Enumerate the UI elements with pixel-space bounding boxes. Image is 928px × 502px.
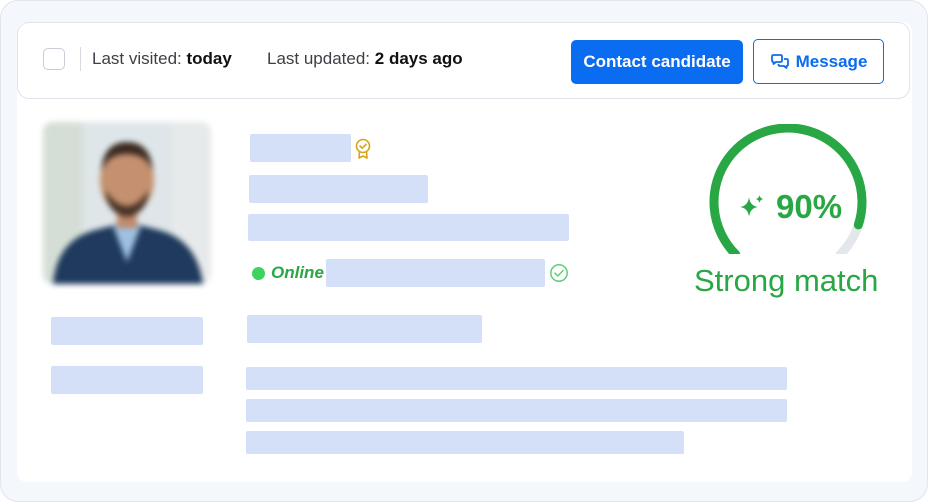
message-button[interactable]: Message (753, 39, 884, 84)
contact-candidate-label: Contact candidate (583, 52, 731, 71)
award-badge-icon (354, 138, 372, 165)
contact-candidate-button[interactable]: Contact candidate (571, 40, 743, 84)
avatar (43, 122, 211, 284)
section-heading-placeholder (247, 315, 482, 343)
chat-bubbles-icon (770, 53, 790, 71)
select-checkbox[interactable] (43, 48, 65, 70)
last-visited: Last visited: today (92, 49, 232, 69)
location-placeholder (326, 259, 545, 287)
header-divider (80, 47, 81, 71)
match-percent-value: 90% (776, 188, 843, 225)
left-info-placeholder-1 (51, 317, 203, 345)
summary-line-2 (246, 399, 787, 422)
online-dot (252, 266, 265, 280)
match-label: Strong match (694, 263, 879, 298)
summary-line-3 (246, 431, 684, 454)
summary-line-1 (246, 367, 787, 390)
last-updated-label: Last updated: (267, 49, 371, 68)
check-circle-icon (549, 263, 569, 288)
message-label: Message (795, 51, 868, 71)
name-placeholder (250, 134, 351, 162)
match-percent: 90% (738, 188, 842, 226)
online-status: Online (252, 263, 324, 283)
company-placeholder (248, 214, 569, 241)
last-visited-label: Last visited: (92, 49, 182, 68)
title-placeholder (249, 175, 428, 203)
last-updated: Last updated: 2 days ago (267, 49, 463, 69)
sparkle-icon (738, 193, 766, 221)
last-updated-value: 2 days ago (374, 49, 463, 68)
online-label: Online (271, 263, 324, 282)
left-info-placeholder-2 (51, 366, 203, 394)
last-visited-value: today (186, 49, 232, 68)
